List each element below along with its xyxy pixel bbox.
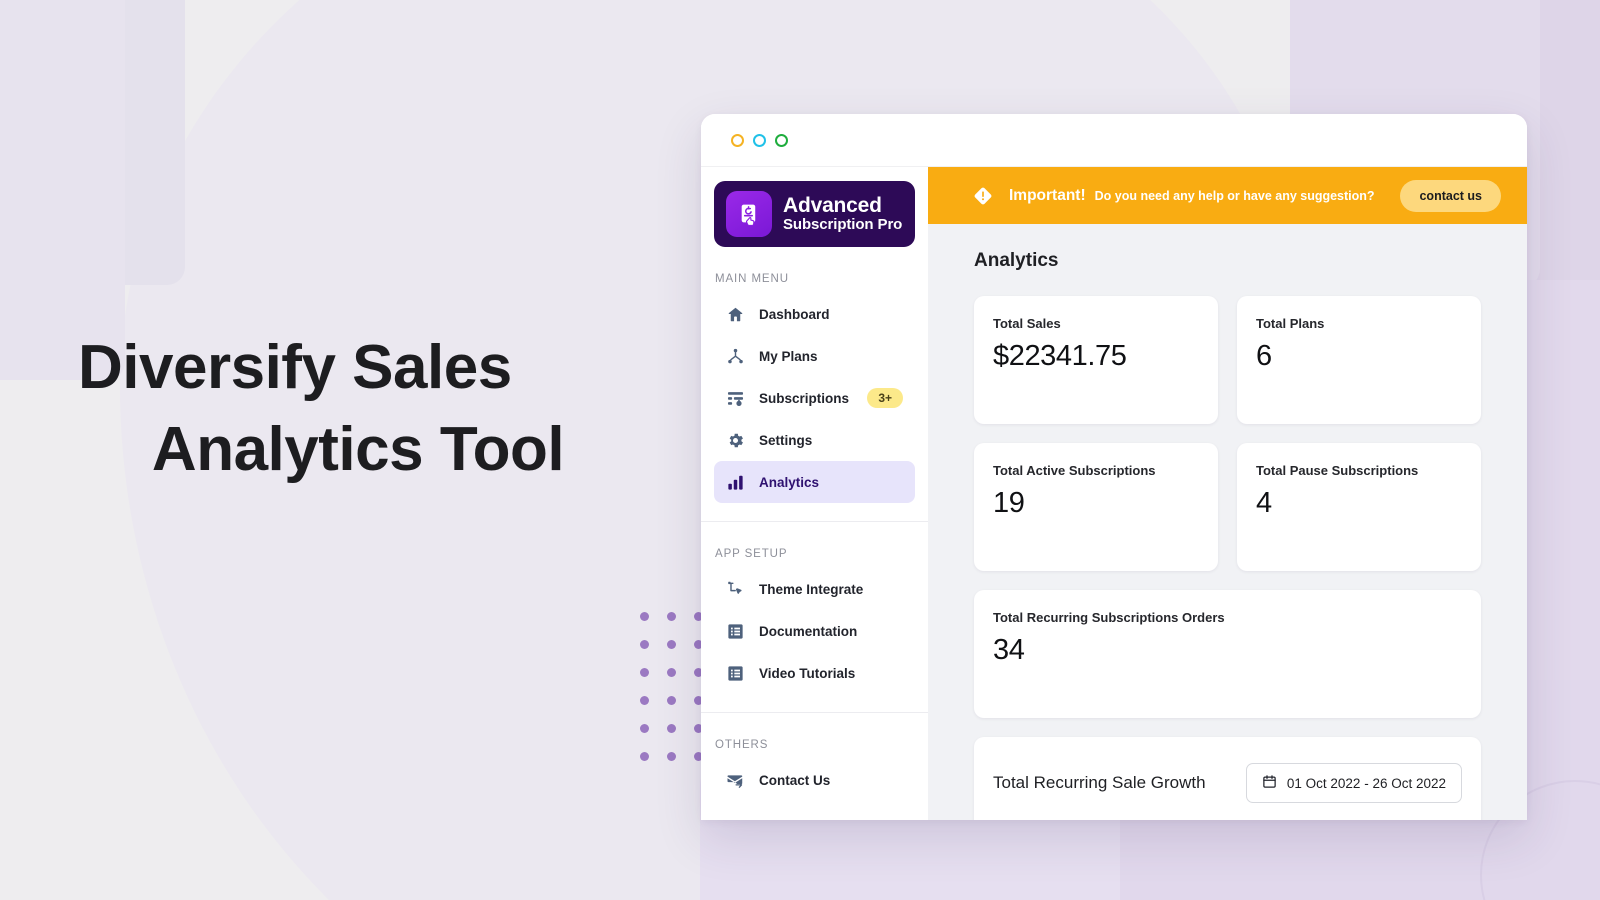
logo-subtitle: Subscription Pro (783, 216, 903, 234)
window-dot-cyan[interactable] (753, 133, 766, 147)
sidebar-item-label: Contact Us (759, 772, 831, 788)
sidebar-item-badge: 3+ (867, 388, 903, 408)
sidebar: Advanced Subscription Pro MAIN MENU Dashb… (701, 167, 928, 820)
document-list-icon (726, 664, 745, 683)
stat-card-label: Total Sales (993, 316, 1061, 331)
window-dot-amber[interactable] (731, 133, 744, 147)
logo-title: Advanced (783, 193, 882, 217)
calendar-icon (1262, 774, 1277, 792)
stat-card-grid: Total Sales $22341.75 Total Plans 6 Total Ac… (974, 296, 1481, 718)
stat-card: Total Recurring Subscriptions Orders 34 (974, 590, 1481, 718)
stat-card-value: 6 (1256, 340, 1272, 372)
sidebar-item-contact-us[interactable]: Contact Us (714, 759, 915, 801)
bar-chart-icon (726, 473, 745, 492)
home-icon (726, 305, 745, 324)
stat-card-value: 34 (993, 634, 1025, 666)
stat-card: Total Plans 6 (1237, 296, 1481, 424)
alert-diamond-icon (972, 185, 994, 207)
important-notice-banner: Important! Do you need any help or have … (928, 167, 1527, 224)
date-range-value: 01 Oct 2022 - 26 Oct 2022 (1286, 775, 1446, 791)
sidebar-item-dashboard[interactable]: Dashboard (714, 293, 915, 335)
sidebar-divider (701, 521, 928, 522)
window-titlebar (701, 114, 1527, 166)
stat-card: Total Pause Subscriptions 4 (1237, 443, 1481, 571)
logo-wrap: Advanced Subscription Pro (701, 167, 928, 247)
subscriptions-list-icon (726, 389, 745, 408)
notice-message: Do you need any help or have any suggest… (1094, 188, 1375, 203)
hero-headline-line1: Diversify Sales (78, 333, 512, 402)
subscription-document-icon (726, 191, 772, 237)
stat-card-label: Total Active Subscriptions (993, 463, 1156, 478)
hero-headline: Diversify Sales Analytics Tool (78, 327, 638, 491)
sidebar-item-label: Video Tutorials (759, 665, 856, 681)
sidebar-item-theme-integrate[interactable]: Theme Integrate (714, 568, 915, 610)
theme-integrate-icon (726, 580, 745, 599)
sidebar-section-items: Dashboard My Plans Subscriptions 3+ Settings… (701, 293, 928, 503)
sidebar-section-items: Theme Integrate Documentation Video Tutori… (701, 568, 928, 694)
recurring-sale-growth-card: Total Recurring Sale Growth 01 Oct 2022 … (974, 737, 1481, 820)
sidebar-section-label: OTHERS (715, 739, 769, 751)
stat-card: Total Active Subscriptions 19 (974, 443, 1218, 571)
growth-card-title: Total Recurring Sale Growth (993, 773, 1206, 792)
logo-text: Advanced Subscription Pro (783, 193, 903, 234)
contact-us-button[interactable]: contact us (1400, 179, 1501, 212)
sidebar-item-settings[interactable]: Settings (714, 419, 915, 461)
mail-send-icon (726, 771, 745, 790)
window-dot-green[interactable] (775, 133, 788, 147)
sidebar-item-label: Analytics (759, 474, 820, 490)
window-body: Advanced Subscription Pro MAIN MENU Dashb… (701, 166, 1527, 820)
sidebar-item-my-plans[interactable]: My Plans (714, 335, 915, 377)
document-list-icon (726, 622, 745, 641)
notice-title: Important! (1009, 186, 1086, 204)
background-shape-top-left-a (0, 0, 185, 285)
analytics-panel: Analytics Total Sales $22341.75 Total Plan… (928, 224, 1527, 820)
sidebar-item-label: Documentation (759, 623, 858, 639)
stat-card-value: $22341.75 (993, 340, 1127, 372)
browser-window: Advanced Subscription Pro MAIN MENU Dashb… (701, 114, 1527, 820)
gear-icon (726, 431, 745, 450)
background-shape-top-left-b (0, 0, 125, 380)
page-root: Diversify Sales Analytics Tool Advanced … (0, 0, 1600, 900)
sidebar-item-label: Subscriptions (759, 390, 850, 406)
sidebar-nav: MAIN MENU Dashboard My Plans Subscriptions 3… (701, 273, 928, 801)
main-content: Important! Do you need any help or have … (928, 167, 1527, 820)
sidebar-item-analytics[interactable]: Analytics (714, 461, 915, 503)
sidebar-item-documentation[interactable]: Documentation (714, 610, 915, 652)
sidebar-divider (701, 712, 928, 713)
sidebar-section-label: MAIN MENU (715, 273, 789, 285)
sidebar-item-label: My Plans (759, 348, 818, 364)
plans-network-icon (726, 347, 745, 366)
stat-card-label: Total Pause Subscriptions (1256, 463, 1419, 478)
sidebar-item-subscriptions[interactable]: Subscriptions 3+ (714, 377, 915, 419)
stat-card-label: Total Recurring Subscriptions Orders (993, 610, 1225, 625)
sidebar-item-label: Settings (759, 432, 813, 448)
sidebar-item-label: Dashboard (759, 306, 830, 322)
stat-card-value: 19 (993, 487, 1025, 519)
hero-headline-line2: Analytics Tool (151, 414, 565, 484)
date-range-picker[interactable]: 01 Oct 2022 - 26 Oct 2022 (1245, 763, 1462, 803)
sidebar-section-label: APP SETUP (715, 548, 788, 560)
sidebar-item-video-tutorials[interactable]: Video Tutorials (714, 652, 915, 694)
app-logo[interactable]: Advanced Subscription Pro (714, 181, 915, 247)
stat-card: Total Sales $22341.75 (974, 296, 1218, 424)
page-title: Analytics (974, 250, 1059, 271)
stat-card-label: Total Plans (1256, 316, 1325, 331)
sidebar-section-items: Contact Us (701, 759, 928, 801)
sidebar-item-label: Theme Integrate (759, 581, 864, 597)
stat-card-value: 4 (1256, 487, 1272, 519)
